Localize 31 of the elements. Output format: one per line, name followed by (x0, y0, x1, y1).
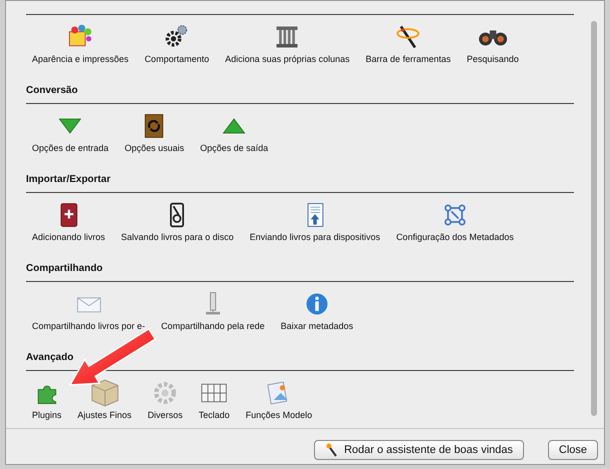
preference-label[interactable]: Aparência e impressões (32, 54, 129, 64)
scrollbar-thumb[interactable] (591, 21, 597, 416)
preference-label[interactable]: Barra de ferramentas (366, 54, 451, 64)
preference-label[interactable]: Enviando livros para dispositivos (250, 232, 380, 242)
preference-label[interactable]: Opções de saída (200, 143, 268, 153)
preference-label[interactable]: Pesquisando (466, 54, 519, 64)
preference-label[interactable]: Salvando livros para o disco (121, 232, 234, 242)
section-heading: Avançado (26, 351, 74, 365)
preference-label[interactable]: Adiciona suas próprias colunas (225, 54, 350, 64)
box-icon (90, 379, 119, 407)
preference-label[interactable]: Baixar metadados (280, 321, 354, 331)
section-heading: Conversão (26, 84, 79, 98)
preference-label[interactable]: Compartilhando livros por e- (32, 321, 146, 331)
binoculars-icon (478, 29, 507, 47)
preference-label[interactable]: Diversos (148, 410, 183, 420)
close-button[interactable]: Close (548, 440, 598, 460)
wizard-button[interactable]: Rodar o assistente de boas vindas (314, 440, 524, 460)
preference-label[interactable]: Compartilhando pela rede (161, 321, 265, 331)
preference-label[interactable]: Teclado (198, 410, 230, 420)
preference-label[interactable]: Opções usuais (124, 143, 184, 153)
preference-label[interactable]: Comportamento (144, 54, 210, 64)
section-heading: Compartilhando (26, 262, 104, 276)
preference-label[interactable]: Funções Modelo (246, 410, 312, 420)
wand-icon (325, 443, 340, 457)
section-heading: Importar/Exportar (26, 173, 112, 187)
preference-label[interactable]: Configuração dos Metadados (396, 232, 514, 242)
preference-label[interactable]: Adicionando livros (32, 232, 106, 242)
preference-label[interactable]: Plugins (32, 410, 62, 420)
preference-label[interactable]: Opções de entrada (32, 143, 109, 153)
preference-label[interactable]: Ajustes Finos (78, 410, 132, 420)
wand-icon (394, 23, 422, 51)
